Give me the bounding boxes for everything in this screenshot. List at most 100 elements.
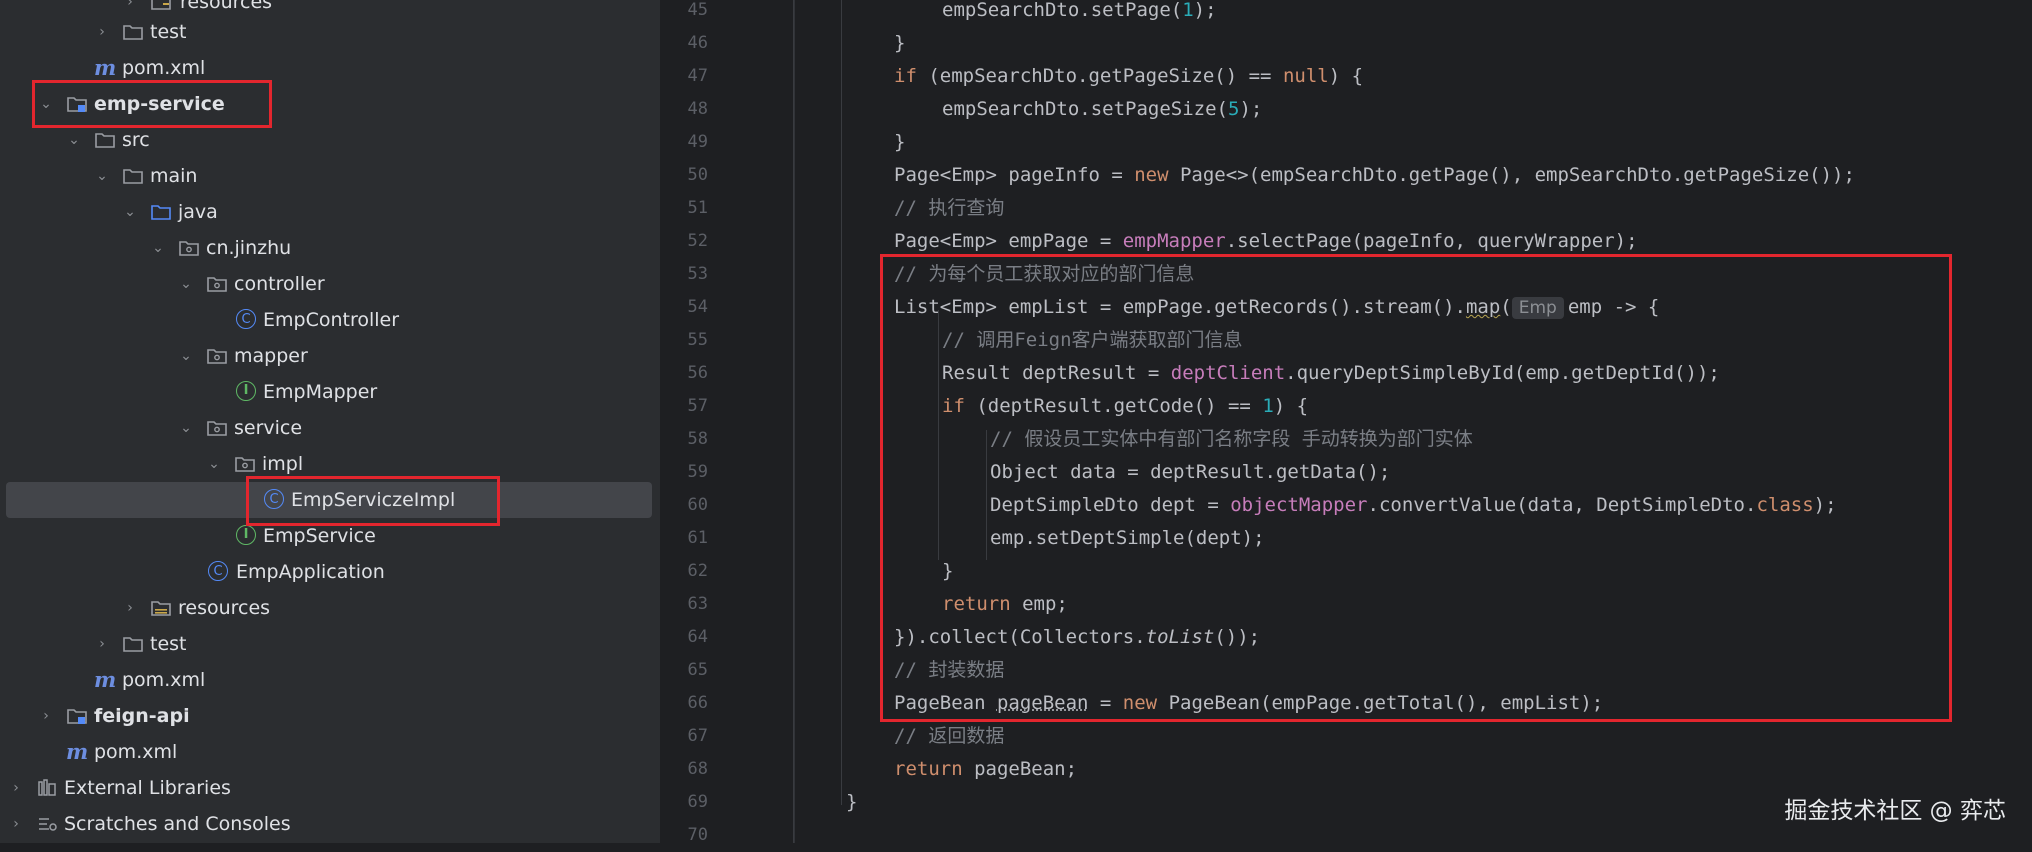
tree-item-empmapper[interactable]: I EmpMapper: [0, 374, 660, 410]
indent-guide: [841, 0, 842, 805]
resources-folder-icon: [150, 597, 172, 619]
tree-item-label: EmpServiczeImpl: [291, 482, 455, 518]
tree-item-java[interactable]: ⌄ java: [0, 194, 660, 230]
tree-item-empcontroller[interactable]: C EmpController: [0, 302, 660, 338]
tree-item-service[interactable]: ⌄ service: [0, 410, 660, 446]
code-line-50: Page<Emp> pageInfo = new Page<>(empSearc…: [894, 159, 1855, 192]
line-number: 56: [668, 357, 708, 390]
line-number: 47: [668, 60, 708, 93]
tree-item-external-libraries[interactable]: › External Libraries: [0, 770, 660, 806]
tree-item-controller[interactable]: ⌄ controller: [0, 266, 660, 302]
chevron-right-icon[interactable]: ›: [122, 590, 138, 626]
line-number: 59: [668, 456, 708, 489]
tree-item-feign-api[interactable]: › feign-api: [0, 698, 660, 734]
tree-item-label: pom.xml: [122, 662, 205, 698]
folder-icon: [150, 0, 172, 13]
tree-item-resources[interactable]: › resources: [0, 590, 660, 626]
project-tree-panel: › resources › test m pom.xml ⌄ emp-servi…: [0, 0, 660, 843]
package-icon: [206, 345, 228, 367]
line-number: 53: [668, 258, 708, 291]
watermark: 掘金技术社区 @ 弈芯: [1784, 791, 2006, 825]
code-line-53: // 为每个员工获取对应的部门信息: [894, 258, 1194, 291]
line-number: 49: [668, 126, 708, 159]
chevron-down-icon[interactable]: ⌄: [38, 86, 54, 122]
chevron-down-icon[interactable]: ⌄: [206, 446, 222, 482]
tree-item-label: service: [234, 410, 302, 446]
tree-item-emp-service[interactable]: ⌄ emp-service: [0, 86, 660, 122]
tree-item-label: Scratches and Consoles: [64, 806, 291, 842]
folder-icon: [122, 633, 144, 655]
line-number: 69: [668, 786, 708, 819]
chevron-down-icon[interactable]: ⌄: [122, 194, 138, 230]
tree-item-label: feign-api: [94, 698, 190, 734]
code-line-49: }: [894, 126, 905, 159]
tree-item-src[interactable]: ⌄ src: [0, 122, 660, 158]
tree-item-label: mapper: [234, 338, 308, 374]
code-line-57: if (deptResult.getCode() == 1) {: [942, 390, 1308, 423]
code-line-52: Page<Emp> empPage = empMapper.selectPage…: [894, 225, 1638, 258]
line-number: 55: [668, 324, 708, 357]
package-icon: [178, 237, 200, 259]
tree-item-label: test: [150, 626, 187, 662]
tree-item-label: External Libraries: [64, 770, 231, 806]
tree-item-cn-jinzhu[interactable]: ⌄ cn.jinzhu: [0, 230, 660, 266]
tree-item-main[interactable]: ⌄ main: [0, 158, 660, 194]
chevron-right-icon[interactable]: ›: [94, 14, 110, 50]
chevron-down-icon[interactable]: ⌄: [150, 230, 166, 266]
code-line-51: // 执行查询: [894, 192, 1004, 225]
libraries-icon: [36, 777, 58, 799]
panel-divider[interactable]: [660, 0, 668, 843]
chevron-right-icon[interactable]: ›: [8, 770, 24, 806]
tree-item-pom-xml-2[interactable]: m pom.xml: [0, 662, 660, 698]
gutter-separator: [794, 0, 795, 843]
tree-item-mapper[interactable]: ⌄ mapper: [0, 338, 660, 374]
chevron-right-icon[interactable]: ›: [8, 806, 24, 842]
tree-item-empservice[interactable]: I EmpService: [0, 518, 660, 554]
code-line-48: empSearchDto.setPageSize(5);: [942, 93, 1262, 126]
folder-icon: [122, 165, 144, 187]
line-number: 65: [668, 654, 708, 687]
tree-item-impl[interactable]: ⌄ impl: [0, 446, 660, 482]
tree-item-label: cn.jinzhu: [206, 230, 291, 266]
indent-guide: [938, 310, 939, 560]
tree-item-label: pom.xml: [94, 734, 177, 770]
code-line-65: // 封装数据: [894, 654, 1004, 687]
tree-item-empserviczeimpl[interactable]: C EmpServiczeImpl: [6, 482, 652, 518]
line-number: 70: [668, 819, 708, 852]
source-folder-icon: [150, 201, 172, 223]
line-number: 45: [668, 0, 708, 27]
tree-item-label: emp-service: [94, 86, 225, 122]
chevron-down-icon[interactable]: ⌄: [178, 266, 194, 302]
code-editor[interactable]: 45 46 47 48 49 50 51 52 53 54 55 56 57 5…: [668, 0, 2032, 843]
line-number: 58: [668, 423, 708, 456]
chevron-down-icon[interactable]: ⌄: [94, 158, 110, 194]
code-line-69: }: [846, 786, 857, 819]
chevron-right-icon[interactable]: ›: [38, 698, 54, 734]
chevron-down-icon[interactable]: ⌄: [178, 410, 194, 446]
tree-item-empapplication[interactable]: C EmpApplication: [0, 554, 660, 590]
line-number: 52: [668, 225, 708, 258]
chevron-right-icon[interactable]: ›: [94, 626, 110, 662]
tree-item-scratches-and-consoles[interactable]: › Scratches and Consoles: [0, 806, 660, 842]
class-icon: C: [264, 489, 284, 509]
folder-icon: [94, 129, 116, 151]
tree-item-label: src: [122, 122, 150, 158]
code-line-67: // 返回数据: [894, 720, 1004, 753]
tree-item-label: EmpService: [263, 518, 376, 554]
line-number: 63: [668, 588, 708, 621]
tree-item-pom-xml[interactable]: m pom.xml: [0, 50, 660, 86]
scratches-icon: [36, 813, 58, 835]
tree-item-test[interactable]: › test: [0, 14, 660, 50]
code-line-62: }: [942, 555, 953, 588]
line-number: 48: [668, 93, 708, 126]
tree-item-test-2[interactable]: › test: [0, 626, 660, 662]
code-line-55: // 调用Feign客户端获取部门信息: [942, 324, 1243, 357]
line-number: 67: [668, 720, 708, 753]
code-line-56: Result deptResult = deptClient.queryDept…: [942, 357, 1720, 390]
tree-item-label: test: [150, 14, 187, 50]
tree-item-label: EmpApplication: [236, 554, 385, 590]
tree-item-pom-xml-root[interactable]: m pom.xml: [0, 734, 660, 770]
chevron-down-icon[interactable]: ⌄: [66, 122, 82, 158]
code-line-63: return emp;: [942, 588, 1068, 621]
chevron-down-icon[interactable]: ⌄: [178, 338, 194, 374]
